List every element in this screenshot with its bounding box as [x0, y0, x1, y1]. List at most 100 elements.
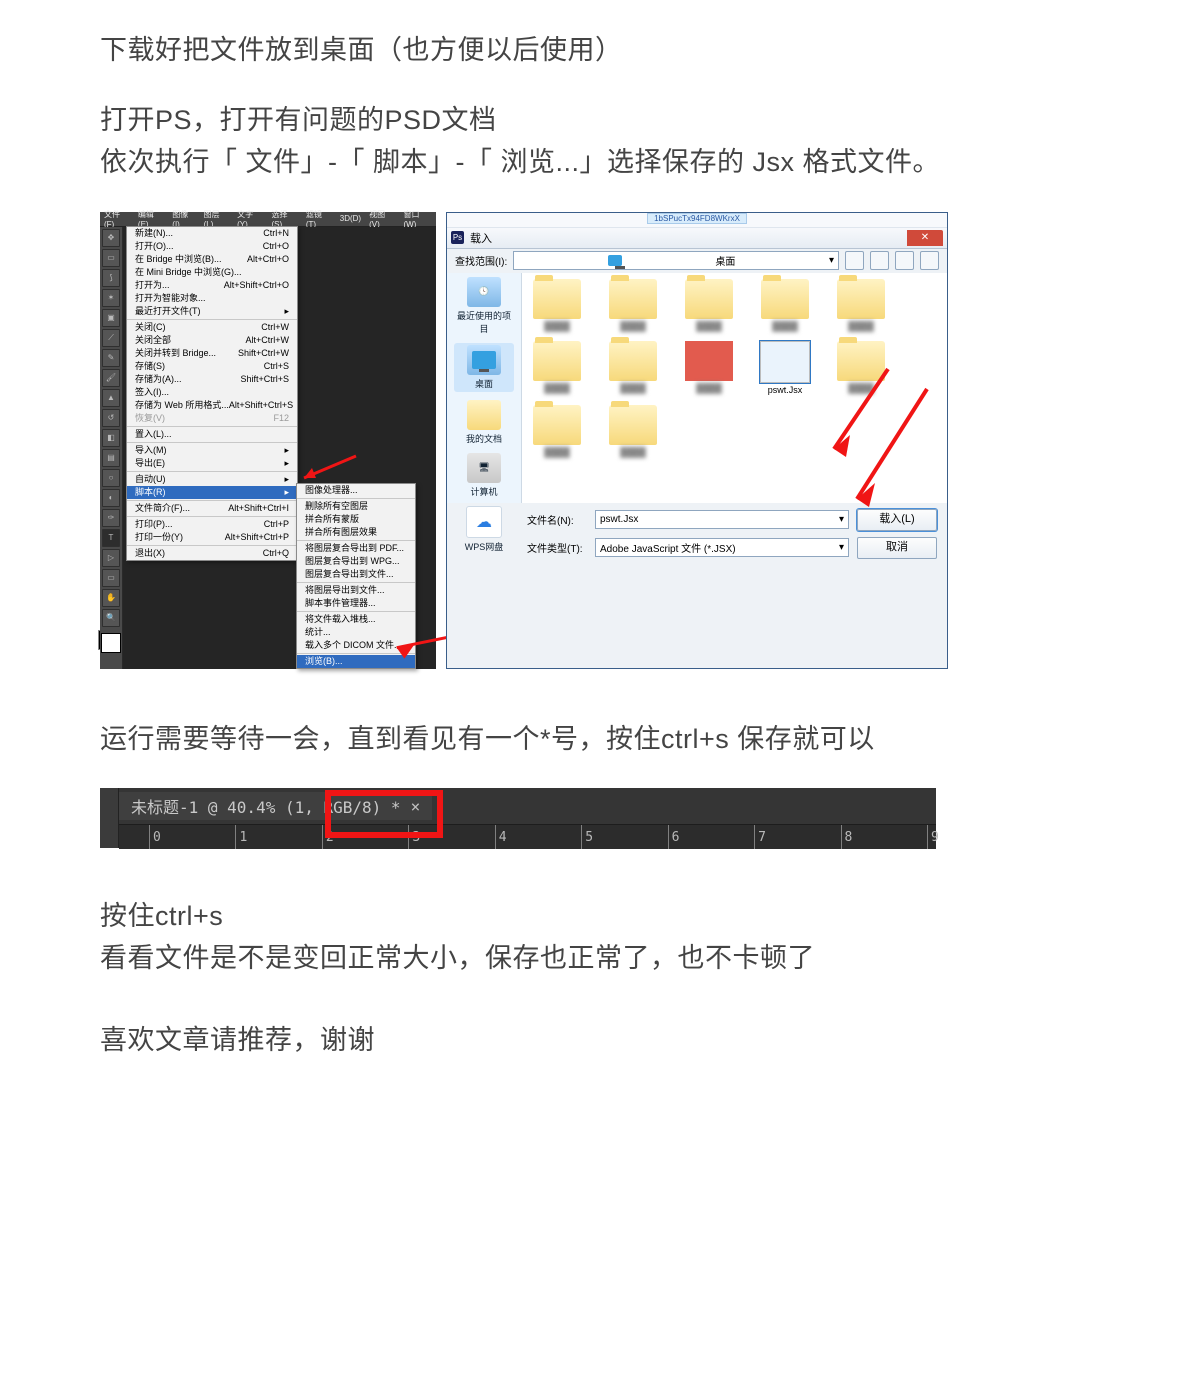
- menu-item[interactable]: 文件简介(F)...Alt+Shift+Ctrl+I: [127, 502, 297, 515]
- menu-item[interactable]: 关闭(C)Ctrl+W: [127, 321, 297, 334]
- tool-wand-icon[interactable]: ✶: [102, 289, 120, 307]
- sidebar-item-computer[interactable]: 🖥计算机: [454, 453, 514, 498]
- tool-lasso-icon[interactable]: ⟆: [102, 269, 120, 287]
- tool-brush-icon[interactable]: 🖌: [102, 369, 120, 387]
- cancel-button[interactable]: 取消: [857, 537, 937, 559]
- submenu-item[interactable]: 图像处理器...: [297, 484, 415, 497]
- menu-item[interactable]: 关闭并转到 Bridge...Shift+Ctrl+W: [127, 347, 297, 360]
- submenu-item[interactable]: 拼合所有图层效果: [297, 526, 415, 539]
- value: Adobe JavaScript 文件 (*.JSX): [600, 540, 736, 555]
- ruler-label: 9: [931, 830, 939, 845]
- filename-input[interactable]: pswt.Jsx▾: [595, 510, 849, 529]
- script-submenu[interactable]: 图像处理器... 删除所有空图层拼合所有蒙版拼合所有图层效果将图层复合导出到 PD…: [296, 483, 416, 669]
- menu-item[interactable]: 自动(U) ▸: [127, 473, 297, 486]
- menu-item[interactable]: 打开为智能对象...: [127, 292, 297, 305]
- file-item[interactable]: ████: [604, 405, 662, 457]
- menu-item[interactable]: 导出(E) ▸: [127, 457, 297, 470]
- label: 最近使用的项目: [457, 311, 511, 334]
- file-item[interactable]: ████: [604, 341, 662, 395]
- menu-item[interactable]: 新建(N)...Ctrl+N: [127, 227, 297, 240]
- close-button[interactable]: ✕: [907, 230, 943, 246]
- menu-item[interactable]: 存储为(A)...Shift+Ctrl+S: [127, 373, 297, 386]
- scope-select[interactable]: 桌面 ▾: [513, 251, 839, 270]
- tool-zoom-icon[interactable]: 🔍: [102, 609, 120, 627]
- menubar-item[interactable]: 3D(D): [340, 214, 361, 223]
- file-item[interactable]: ████: [680, 341, 738, 395]
- tool-path-icon[interactable]: ▷: [102, 549, 120, 567]
- menu-item[interactable]: 存储为 Web 所用格式...Alt+Shift+Ctrl+S: [127, 399, 297, 412]
- tool-dodge-icon[interactable]: ◐: [102, 489, 120, 507]
- file-item[interactable]: ████: [832, 279, 890, 331]
- file-menu-dropdown[interactable]: 新建(N)...Ctrl+N打开(O)...Ctrl+O在 Bridge 中浏览…: [126, 226, 298, 561]
- tool-stamp-icon[interactable]: ▲: [102, 389, 120, 407]
- color-swatch-icon[interactable]: [101, 633, 121, 653]
- submenu-item[interactable]: 将文件载入堆栈...: [297, 613, 415, 626]
- tool-eyedropper-icon[interactable]: ⟋: [102, 329, 120, 347]
- load-button[interactable]: 载入(L): [857, 509, 937, 531]
- menu-item[interactable]: 打开(O)...Ctrl+O: [127, 240, 297, 253]
- file-item[interactable]: ████: [528, 341, 586, 395]
- menu-item[interactable]: 在 Mini Bridge 中浏览(G)...: [127, 266, 297, 279]
- file-item[interactable]: ████: [528, 279, 586, 331]
- menu-item[interactable]: 签入(I)...: [127, 386, 297, 399]
- dialog-bottom: 文件名(N): pswt.Jsx▾ 载入(L) 文件类型(T): Adobe J…: [447, 503, 947, 567]
- menu-item[interactable]: 导入(M) ▸: [127, 444, 297, 457]
- file-item[interactable]: ████: [680, 279, 738, 331]
- submenu-item[interactable]: 删除所有空图层: [297, 500, 415, 513]
- tab-close-icon[interactable]: ×: [411, 797, 421, 816]
- menu-item[interactable]: 打开为...Alt+Shift+Ctrl+O: [127, 279, 297, 292]
- up-button[interactable]: [870, 251, 889, 270]
- menu-item[interactable]: 恢复(V)F12: [127, 412, 297, 425]
- submenu-item[interactable]: 图层复合导出到 WPG...: [297, 555, 415, 568]
- menu-item[interactable]: 打印一份(Y)Alt+Shift+Ctrl+P: [127, 531, 297, 544]
- back-button[interactable]: [845, 251, 864, 270]
- menubar-item[interactable]: 滤镜(T): [306, 209, 332, 229]
- file-item[interactable]: ████: [756, 279, 814, 331]
- menu-item[interactable]: 置入(L)...: [127, 428, 297, 441]
- ruler-label: 3: [412, 830, 420, 845]
- tool-history-icon[interactable]: ↺: [102, 409, 120, 427]
- sidebar-item-recent[interactable]: 🕓最近使用的项目: [454, 277, 514, 335]
- desktop-icon: [467, 345, 501, 375]
- menubar-item[interactable]: 窗口(W): [403, 209, 432, 229]
- submenu-item[interactable]: 拼合所有蒙版: [297, 513, 415, 526]
- menu-item[interactable]: 在 Bridge 中浏览(B)...Alt+Ctrl+O: [127, 253, 297, 266]
- submenu-item[interactable]: 载入多个 DICOM 文件...: [297, 639, 415, 652]
- menu-item[interactable]: 关闭全部Alt+Ctrl+W: [127, 334, 297, 347]
- menu-item[interactable]: 最近打开文件(T) ▸: [127, 305, 297, 318]
- tool-blur-icon[interactable]: ○: [102, 469, 120, 487]
- file-item-selected[interactable]: pswt.Jsx: [756, 341, 814, 395]
- tool-marquee-icon[interactable]: ▭: [102, 249, 120, 267]
- tool-heal-icon[interactable]: ✎: [102, 349, 120, 367]
- document-tab[interactable]: 未标题-1 @ 40.4% (1, RGB/8) * ×: [119, 792, 432, 820]
- sidebar-item-desktop[interactable]: 桌面: [454, 343, 514, 392]
- submenu-item[interactable]: 图层复合导出到文件...: [297, 568, 415, 581]
- file-item[interactable]: ████: [528, 405, 586, 457]
- submenu-item[interactable]: 将图层导出到文件...: [297, 584, 415, 597]
- menu-item[interactable]: 退出(X)Ctrl+Q: [127, 547, 297, 560]
- newfolder-button[interactable]: [895, 251, 914, 270]
- tool-eraser-icon[interactable]: ◧: [102, 429, 120, 447]
- tool-shape-icon[interactable]: ▭: [102, 569, 120, 587]
- tool-pen-icon[interactable]: ✑: [102, 509, 120, 527]
- tool-text-icon[interactable]: T: [102, 529, 120, 547]
- filetype-select[interactable]: Adobe JavaScript 文件 (*.JSX)▾: [595, 538, 849, 557]
- file-item[interactable]: ████: [832, 341, 890, 395]
- tool-crop-icon[interactable]: ▣: [102, 309, 120, 327]
- submenu-item[interactable]: 浏览(B)...: [297, 655, 415, 668]
- menu-item[interactable]: 存储(S)Ctrl+S: [127, 360, 297, 373]
- submenu-item[interactable]: 将图层复合导出到 PDF...: [297, 542, 415, 555]
- file-list[interactable]: ████ ████ ████ ████ ████ ████ ████ ████ …: [522, 273, 947, 503]
- tool-gradient-icon[interactable]: ▤: [102, 449, 120, 467]
- file-item[interactable]: ████: [604, 279, 662, 331]
- menubar-item[interactable]: 视图(V): [369, 209, 395, 229]
- menu-item[interactable]: 脚本(R) ▸: [127, 486, 297, 499]
- menu-item[interactable]: 打印(P)...Ctrl+P: [127, 518, 297, 531]
- viewmode-button[interactable]: [920, 251, 939, 270]
- tool-hand-icon[interactable]: ✋: [102, 589, 120, 607]
- sidebar-item-documents[interactable]: 我的文档: [454, 400, 514, 445]
- submenu-item[interactable]: 统计...: [297, 626, 415, 639]
- submenu-item[interactable]: 脚本事件管理器...: [297, 597, 415, 610]
- tool-move-icon[interactable]: ✥: [102, 229, 120, 247]
- sidebar-item-wps[interactable]: ☁WPS网盘: [454, 506, 514, 553]
